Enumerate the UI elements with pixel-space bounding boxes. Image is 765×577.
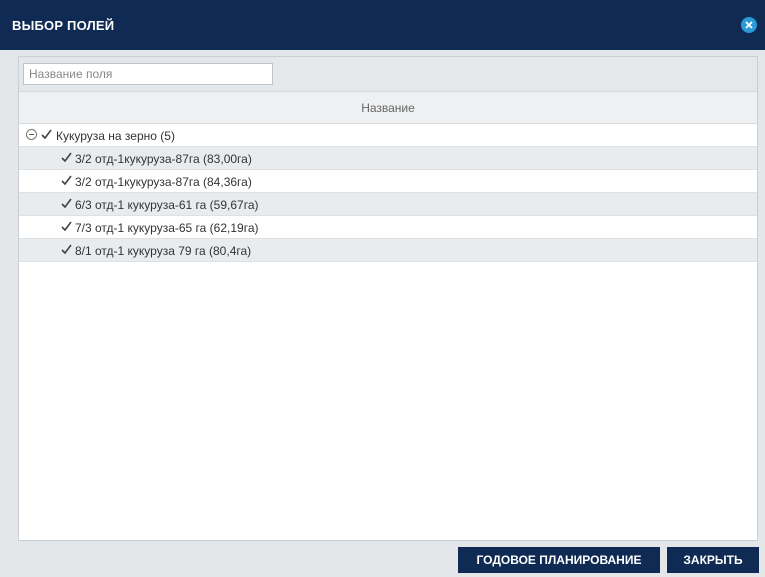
tree-group-label: Кукуруза на зерно (5) (56, 129, 175, 143)
dialog-footer: ГОДОВОЕ ПЛАНИРОВАНИЕ ЗАКРЫТЬ (0, 541, 765, 577)
checkmark-icon[interactable] (60, 174, 73, 187)
dialog-title: ВЫБОР ПОЛЕЙ (12, 18, 115, 33)
field-name-search-input[interactable] (23, 63, 273, 85)
dialog-title-bar: ВЫБОР ПОЛЕЙ (0, 0, 765, 50)
tree-group-row[interactable]: Кукуруза на зерно (5) (19, 124, 757, 147)
tree-item-row[interactable]: 3/2 отд-1кукуруза-87га (84,36га) (19, 170, 757, 193)
tree-item-row[interactable]: 8/1 отд-1 кукуруза 79 га (80,4га) (19, 239, 757, 262)
annual-planning-button[interactable]: ГОДОВОЕ ПЛАНИРОВАНИЕ (458, 547, 660, 573)
close-circle-icon[interactable] (741, 17, 757, 33)
collapse-icon[interactable] (26, 129, 37, 140)
checkmark-icon[interactable] (40, 128, 53, 141)
grid-column-header[interactable]: Название (19, 91, 757, 124)
field-tree: Кукуруза на зерно (5) 3/2 отд-1кукуруза-… (19, 124, 757, 262)
tree-item-label: 6/3 отд-1 кукуруза-61 га (59,67га) (75, 198, 259, 212)
field-selection-dialog: ВЫБОР ПОЛЕЙ Название Кукуруза на зерно (… (0, 0, 765, 577)
column-header-name: Название (361, 101, 415, 115)
tree-item-row[interactable]: 3/2 отд-1кукуруза-87га (83,00га) (19, 147, 757, 170)
tree-item-label: 7/3 отд-1 кукуруза-65 га (62,19га) (75, 221, 259, 235)
checkmark-icon[interactable] (60, 220, 73, 233)
search-toolbar (19, 57, 757, 91)
tree-item-label: 3/2 отд-1кукуруза-87га (83,00га) (75, 152, 252, 166)
tree-item-label: 3/2 отд-1кукуруза-87га (84,36га) (75, 175, 252, 189)
field-list-panel: Название Кукуруза на зерно (5) 3/2 отд-1… (18, 56, 758, 541)
tree-item-label: 8/1 отд-1 кукуруза 79 га (80,4га) (75, 244, 252, 258)
checkmark-icon[interactable] (60, 243, 73, 256)
tree-item-row[interactable]: 7/3 отд-1 кукуруза-65 га (62,19га) (19, 216, 757, 239)
checkmark-icon[interactable] (60, 151, 73, 164)
close-button[interactable]: ЗАКРЫТЬ (667, 547, 759, 573)
tree-item-row[interactable]: 6/3 отд-1 кукуруза-61 га (59,67га) (19, 193, 757, 216)
checkmark-icon[interactable] (60, 197, 73, 210)
